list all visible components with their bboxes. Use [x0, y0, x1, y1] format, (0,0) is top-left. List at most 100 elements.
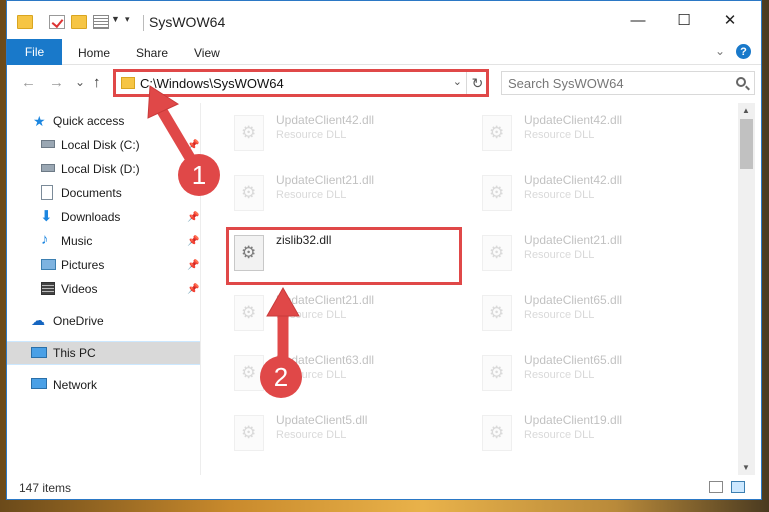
file-type: Resource DLL: [524, 309, 595, 321]
pin-icon[interactable]: 📌: [187, 260, 199, 271]
status-bar: 147 items: [7, 475, 761, 499]
file-type: Resource DLL: [524, 369, 595, 381]
ribbon-tabs: File Home Share View ⌄ ?: [7, 39, 761, 65]
file-type: Resource DLL: [524, 189, 595, 201]
dll-file-icon: [234, 295, 264, 331]
sidebar-item-label: Documents: [61, 186, 122, 200]
file-type: Resource DLL: [524, 249, 595, 261]
sidebar-item-label: Local Disk (C:): [61, 138, 140, 152]
list-item[interactable]: UpdateClient19.dll Resource DLL: [476, 407, 706, 463]
sidebar-item-music[interactable]: ♪ Music 📌: [7, 229, 200, 253]
file-name: UpdateClient21.dll: [276, 293, 375, 307]
file-type: Resource DLL: [524, 129, 595, 141]
sidebar-item-videos[interactable]: Videos 📌: [7, 277, 200, 301]
scroll-thumb[interactable]: [740, 119, 753, 169]
tab-share[interactable]: Share: [136, 46, 168, 60]
pin-icon[interactable]: 📌: [187, 236, 199, 247]
chevron-down-icon[interactable]: ▼: [111, 14, 120, 24]
dll-file-icon: [234, 175, 264, 211]
tab-home[interactable]: Home: [78, 46, 110, 60]
details-view-icon[interactable]: [709, 481, 723, 493]
file-name: UpdateClient21.dll: [276, 173, 375, 187]
sidebar-item-onedrive[interactable]: ☁ OneDrive: [7, 309, 200, 333]
recent-locations-button[interactable]: ⌄: [75, 75, 85, 89]
sidebar-item-label: Local Disk (D:): [61, 162, 140, 176]
file-type: Resource DLL: [276, 309, 347, 321]
pin-icon[interactable]: 📌: [187, 140, 199, 151]
list-item[interactable]: UpdateClient65.dll Resource DLL: [476, 287, 706, 343]
sidebar-item-quick-access[interactable]: ★ Quick access: [7, 109, 200, 133]
dll-file-icon: [482, 115, 512, 151]
list-item[interactable]: UpdateClient42.dll Resource DLL: [476, 107, 706, 163]
customize-view-icon[interactable]: [93, 15, 109, 29]
dll-file-icon: [482, 295, 512, 331]
forward-button[interactable]: →: [49, 74, 64, 91]
scroll-down-icon[interactable]: ▼: [742, 463, 750, 472]
search-input[interactable]: Search SysWOW64: [501, 71, 755, 95]
quick-access-toolbar-menu-icon[interactable]: ▾: [125, 14, 130, 25]
sidebar-item-documents[interactable]: Documents: [7, 181, 200, 205]
music-icon: ♪: [41, 231, 49, 248]
file-name: UpdateClient42.dll: [276, 113, 375, 127]
file-type: Resource DLL: [276, 429, 347, 441]
minimize-button[interactable]: —: [615, 7, 661, 33]
properties-check-icon[interactable]: [49, 15, 65, 29]
file-name: UpdateClient5.dll: [276, 413, 368, 427]
explorer-window: ▼ ▾ SysWOW64 — ☐ ✕ File Home Share View …: [6, 0, 762, 500]
sidebar-item-network[interactable]: Network: [7, 373, 200, 397]
title-bar: ▼ ▾ SysWOW64 — ☐ ✕: [7, 1, 761, 39]
pin-icon[interactable]: 📌: [187, 284, 199, 295]
list-item[interactable]: UpdateClient42.dll Resource DLL: [228, 107, 458, 163]
up-button[interactable]: ↑: [93, 74, 101, 91]
sidebar-item-downloads[interactable]: ⬇ Downloads 📌: [7, 205, 200, 229]
search-placeholder: Search SysWOW64: [508, 76, 624, 91]
navigation-pane: ★ Quick access Local Disk (C:) 📌 Local D…: [7, 103, 201, 475]
pictures-icon: [41, 259, 56, 270]
computer-icon: [31, 347, 47, 358]
large-icons-view-icon[interactable]: [731, 481, 745, 493]
item-count: 147 items: [19, 481, 72, 495]
file-type: Resource DLL: [524, 429, 595, 441]
folder-icon: [17, 15, 33, 29]
document-icon: [41, 185, 53, 200]
sidebar-item-label: Quick access: [53, 114, 125, 128]
sidebar-item-label: Videos: [61, 282, 98, 296]
step-2-badge: 2: [260, 356, 302, 398]
file-list: UpdateClient42.dll Resource DLL UpdateCl…: [202, 103, 738, 475]
file-name: UpdateClient19.dll: [524, 413, 623, 427]
address-bar-highlight: [113, 69, 489, 97]
maximize-button[interactable]: ☐: [661, 7, 707, 33]
dll-file-icon: [482, 415, 512, 451]
back-button[interactable]: ←: [21, 74, 36, 91]
new-folder-icon[interactable]: [71, 15, 87, 29]
sidebar-item-pictures[interactable]: Pictures 📌: [7, 253, 200, 277]
expand-ribbon-icon[interactable]: ⌄: [715, 44, 725, 58]
file-highlight: [226, 227, 462, 285]
pin-icon[interactable]: 📌: [187, 212, 199, 223]
drive-icon: [41, 164, 55, 172]
scroll-up-icon[interactable]: ▲: [742, 106, 750, 115]
dll-file-icon: [482, 235, 512, 271]
list-item[interactable]: UpdateClient5.dll Resource DLL: [228, 407, 458, 463]
network-icon: [31, 378, 47, 389]
close-button[interactable]: ✕: [707, 7, 753, 33]
drive-icon: [41, 140, 55, 148]
dll-file-icon: [482, 355, 512, 391]
vertical-scrollbar[interactable]: ▲ ▼: [738, 103, 755, 475]
list-item[interactable]: UpdateClient21.dll Resource DLL: [476, 227, 706, 283]
step-1-badge: 1: [178, 154, 220, 196]
window-title: SysWOW64: [149, 14, 226, 30]
divider: [143, 15, 144, 31]
list-item[interactable]: UpdateClient21.dll Resource DLL: [228, 287, 458, 343]
sidebar-item-this-pc[interactable]: This PC: [7, 341, 200, 365]
list-item[interactable]: UpdateClient21.dll Resource DLL: [228, 167, 458, 223]
tab-file[interactable]: File: [7, 39, 62, 65]
list-item[interactable]: UpdateClient65.dll Resource DLL: [476, 347, 706, 403]
help-icon[interactable]: ?: [736, 44, 751, 59]
sidebar-item-local-disk-d[interactable]: Local Disk (D:): [7, 157, 200, 181]
tab-view[interactable]: View: [194, 46, 220, 60]
file-type: Resource DLL: [276, 189, 347, 201]
dll-file-icon: [234, 115, 264, 151]
sidebar-item-local-disk-c[interactable]: Local Disk (C:) 📌: [7, 133, 200, 157]
list-item[interactable]: UpdateClient42.dll Resource DLL: [476, 167, 706, 223]
